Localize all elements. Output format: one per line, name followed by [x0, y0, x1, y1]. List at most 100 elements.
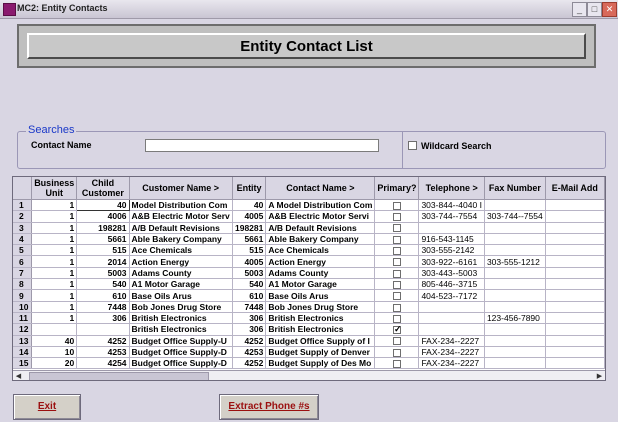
contact-name-cell[interactable]: Base Oils Arus: [265, 289, 376, 302]
child-customer-cell[interactable]: 7448: [76, 301, 130, 313]
fax-number-cell[interactable]: [484, 346, 546, 359]
business-unit-cell[interactable]: 1: [31, 222, 78, 234]
primary-cell[interactable]: [374, 278, 420, 291]
primary-cell[interactable]: [374, 312, 420, 325]
email-cell[interactable]: [545, 210, 605, 223]
contact-name-cell[interactable]: British Electronics: [265, 312, 376, 325]
telephone-cell[interactable]: 404-523--7172: [418, 289, 485, 302]
primary-checkbox[interactable]: [392, 314, 401, 323]
email-cell[interactable]: [545, 233, 605, 246]
entity-cell[interactable]: 540: [232, 278, 267, 291]
telephone-cell[interactable]: 916-543-1145: [418, 233, 485, 246]
fax-number-cell[interactable]: [484, 267, 546, 280]
primary-checkbox[interactable]: [392, 280, 401, 289]
primary-cell[interactable]: [374, 267, 420, 280]
child-customer-cell[interactable]: 4252: [76, 335, 130, 347]
close-button[interactable]: ✕: [602, 2, 617, 17]
telephone-cell[interactable]: 303-922--6161: [418, 255, 485, 268]
table-row[interactable]: 9 1 610 Base Oils Arus 610 Base Oils Arus 404-…: [13, 289, 605, 302]
fax-number-cell[interactable]: 303-744--7554: [484, 210, 546, 223]
table-row[interactable]: 4 1 5661 Able Bakery Company 5661 Able Bakery…: [13, 233, 605, 246]
contact-name-cell[interactable]: A&B Electric Motor Servi: [265, 210, 376, 223]
wildcard-search-checkbox[interactable]: [408, 141, 417, 151]
horizontal-scrollbar[interactable]: ◀ ▶: [13, 370, 605, 380]
fax-number-cell[interactable]: [484, 323, 546, 336]
entity-cell[interactable]: 7448: [232, 301, 267, 313]
fax-number-cell[interactable]: [484, 233, 546, 246]
primary-checkbox[interactable]: [392, 258, 401, 267]
entity-cell[interactable]: 306: [232, 323, 267, 336]
child-customer-cell[interactable]: 198281: [76, 222, 130, 234]
child-customer-cell[interactable]: 610: [76, 289, 130, 302]
email-cell[interactable]: [545, 267, 605, 280]
entity-cell[interactable]: 4253: [232, 346, 267, 359]
column-header-telephone[interactable]: Telephone >: [418, 177, 485, 200]
primary-checkbox[interactable]: [392, 337, 401, 346]
email-cell[interactable]: [545, 346, 605, 359]
entity-cell[interactable]: 610: [232, 289, 267, 302]
email-cell[interactable]: [545, 222, 605, 234]
business-unit-cell[interactable]: 1: [31, 278, 78, 291]
contact-name-input[interactable]: [145, 139, 379, 152]
telephone-cell[interactable]: 303-555-2142: [418, 244, 485, 257]
telephone-cell[interactable]: FAX-234--2227: [418, 335, 485, 347]
primary-checkbox[interactable]: [392, 224, 401, 233]
scrollbar-thumb[interactable]: [29, 372, 209, 380]
child-customer-cell[interactable]: 4254: [76, 357, 130, 370]
primary-cell[interactable]: [374, 222, 420, 234]
email-cell[interactable]: [545, 312, 605, 325]
child-customer-cell[interactable]: 5661: [76, 233, 130, 246]
telephone-cell[interactable]: [418, 312, 485, 325]
business-unit-cell[interactable]: 1: [31, 244, 78, 257]
email-cell[interactable]: [545, 255, 605, 268]
maximize-button[interactable]: □: [587, 2, 602, 17]
customer-name-cell[interactable]: Able Bakery Company: [129, 233, 233, 246]
telephone-cell[interactable]: 805-446--3715: [418, 278, 485, 291]
entity-cell[interactable]: 4252: [232, 357, 267, 370]
telephone-cell[interactable]: [418, 323, 485, 336]
primary-cell[interactable]: [374, 244, 420, 257]
primary-checkbox[interactable]: [392, 360, 401, 368]
primary-checkbox[interactable]: [392, 247, 401, 255]
contact-name-cell[interactable]: Able Bakery Company: [265, 233, 376, 246]
primary-cell[interactable]: [374, 335, 420, 347]
contact-name-cell[interactable]: Budget Supply of Des Mo: [265, 357, 376, 370]
child-customer-cell[interactable]: 40: [76, 198, 130, 212]
fax-number-cell[interactable]: [484, 301, 546, 313]
entity-cell[interactable]: 4252: [232, 335, 267, 347]
fax-number-cell[interactable]: [484, 289, 546, 302]
email-cell[interactable]: [545, 357, 605, 370]
child-customer-cell[interactable]: 306: [76, 312, 130, 325]
email-cell[interactable]: [545, 335, 605, 347]
child-customer-cell[interactable]: 4006: [76, 210, 130, 223]
customer-name-cell[interactable]: Adams County: [129, 267, 233, 280]
column-header-contact-name[interactable]: Contact Name >: [265, 177, 376, 200]
business-unit-cell[interactable]: 20: [31, 357, 78, 370]
fax-number-cell[interactable]: [484, 199, 546, 212]
table-row[interactable]: 7 1 5003 Adams County 5003 Adams County 303-44…: [13, 267, 605, 280]
child-customer-cell[interactable]: 5003: [76, 267, 130, 280]
entity-cell[interactable]: 515: [232, 244, 267, 257]
contact-name-cell[interactable]: British Electronics: [265, 323, 376, 336]
child-customer-cell[interactable]: 4253: [76, 346, 130, 359]
business-unit-cell[interactable]: 1: [31, 301, 78, 313]
business-unit-cell[interactable]: 1: [31, 210, 78, 223]
telephone-cell[interactable]: 303-443--5003: [418, 267, 485, 280]
fax-number-cell[interactable]: 303-555-1212: [484, 255, 546, 268]
contact-name-cell[interactable]: Budget Supply of Denver: [265, 346, 376, 359]
column-header-primary[interactable]: Primary?: [374, 177, 420, 200]
customer-name-cell[interactable]: Base Oils Arus: [129, 289, 233, 302]
entity-cell[interactable]: 5003: [232, 267, 267, 280]
contact-name-cell[interactable]: Budget Office Supply of I: [265, 335, 376, 347]
telephone-cell[interactable]: FAX-234--2227: [418, 357, 485, 370]
business-unit-cell[interactable]: 1: [31, 199, 78, 212]
primary-cell[interactable]: [374, 346, 420, 359]
telephone-cell[interactable]: [418, 222, 485, 234]
primary-checkbox[interactable]: [392, 269, 401, 278]
telephone-cell[interactable]: 303-744--7554: [418, 210, 485, 223]
primary-cell[interactable]: [374, 255, 420, 268]
telephone-cell[interactable]: 303-844--4040 I: [418, 199, 485, 212]
email-cell[interactable]: [545, 199, 605, 212]
business-unit-cell[interactable]: 10: [31, 346, 78, 359]
primary-cell[interactable]: [374, 233, 420, 246]
